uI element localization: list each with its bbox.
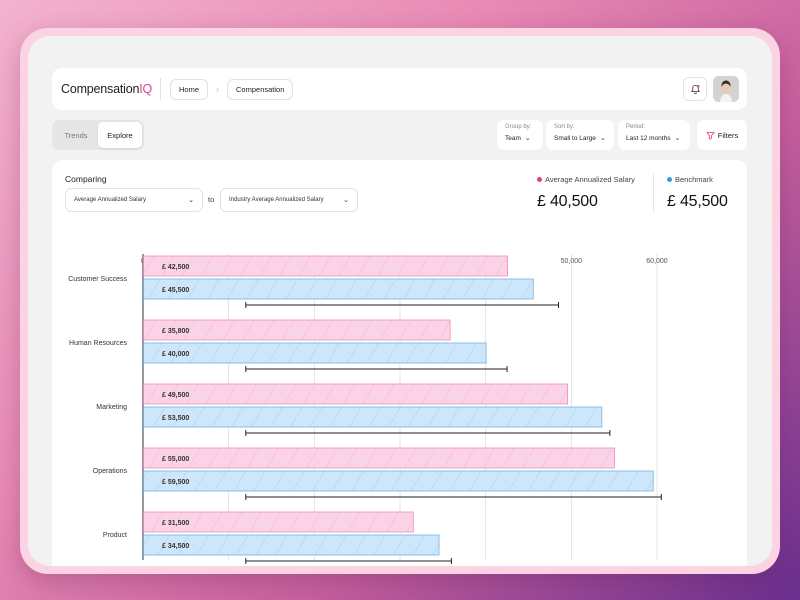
category-label: Operations [93, 468, 128, 475]
period-label: Period: [626, 124, 646, 130]
filters-label: Filters [717, 130, 739, 140]
category-label: Human Resources [69, 340, 127, 347]
bell-icon [690, 84, 700, 94]
bar-value-label: £ 35,800 [162, 328, 189, 335]
app-screen: CompensationIQ Home › Compensation Trend… [28, 36, 772, 566]
bar-average-salary[interactable] [143, 319, 451, 341]
bar-average-salary[interactable] [143, 383, 568, 405]
category-label: Product [103, 532, 127, 539]
x-tick-label: 50,000 [561, 258, 583, 265]
chevron-down-icon: ⌄ [674, 135, 681, 142]
filters-button[interactable]: Filters [697, 120, 747, 150]
user-avatar[interactable] [713, 76, 739, 102]
bar-benchmark[interactable] [143, 406, 603, 428]
bar-value-label: £ 42,500 [162, 264, 189, 271]
sort-by-label: Sort by: [554, 124, 575, 130]
category-label: Marketing [96, 404, 127, 411]
group-by-value: Team [505, 135, 521, 142]
tab-trends[interactable]: Trends [54, 122, 98, 148]
bar-value-label: £ 45,500 [162, 287, 189, 294]
bar-benchmark[interactable] [143, 342, 487, 364]
bar-average-salary[interactable] [143, 255, 508, 277]
bar-value-label: £ 59,500 [162, 479, 189, 486]
chevron-down-icon: ⌄ [524, 135, 531, 142]
bar-value-label: £ 53,500 [162, 415, 189, 422]
breadcrumb-compensation[interactable]: Compensation [227, 78, 294, 100]
x-tick-label: 60,000 [646, 258, 668, 265]
logo-accent: IQ [139, 82, 152, 96]
tab-explore[interactable]: Explore [98, 122, 142, 148]
chevron-down-icon: ⌄ [599, 135, 606, 142]
header-divider [160, 78, 161, 100]
bar-value-label: £ 34,500 [162, 543, 189, 550]
bar-value-label: £ 49,500 [162, 392, 189, 399]
comparison-panel: Comparing Average Annualized Salary ⌄ to… [52, 160, 747, 566]
category-label: Customer Success [68, 276, 127, 283]
avatar-portrait-icon [713, 76, 739, 102]
logo-text: Compensation [61, 82, 140, 96]
bar-benchmark[interactable] [143, 470, 654, 492]
period-dropdown[interactable]: Period: Last 12 months ⌄ [618, 120, 690, 150]
view-tabs: Trends Explore [52, 120, 144, 150]
salary-bar-chart: 010,00020,00030,00040,00050,00060,000Cus… [68, 254, 668, 564]
bar-value-label: £ 40,000 [162, 351, 189, 358]
breadcrumb-home[interactable]: Home [170, 78, 209, 100]
sort-by-value: Small to Large [554, 135, 596, 142]
notifications-button[interactable] [683, 77, 707, 101]
bar-value-label: £ 31,500 [162, 520, 189, 527]
bar-value-label: £ 55,000 [162, 456, 189, 463]
bar-benchmark[interactable] [143, 278, 534, 300]
app-logo[interactable]: CompensationIQ [61, 82, 152, 96]
top-header: CompensationIQ Home › Compensation [52, 68, 747, 110]
period-value: Last 12 months [626, 135, 671, 142]
group-by-label: Group by: [505, 124, 532, 130]
group-by-dropdown[interactable]: Group by: Team ⌄ [497, 120, 543, 150]
sort-by-dropdown[interactable]: Sort by: Small to Large ⌄ [546, 120, 614, 150]
bar-average-salary[interactable] [143, 447, 616, 469]
filter-funnel-icon [706, 131, 715, 140]
device-frame: CompensationIQ Home › Compensation Trend… [20, 28, 780, 574]
breadcrumb-separator: › [216, 84, 220, 94]
